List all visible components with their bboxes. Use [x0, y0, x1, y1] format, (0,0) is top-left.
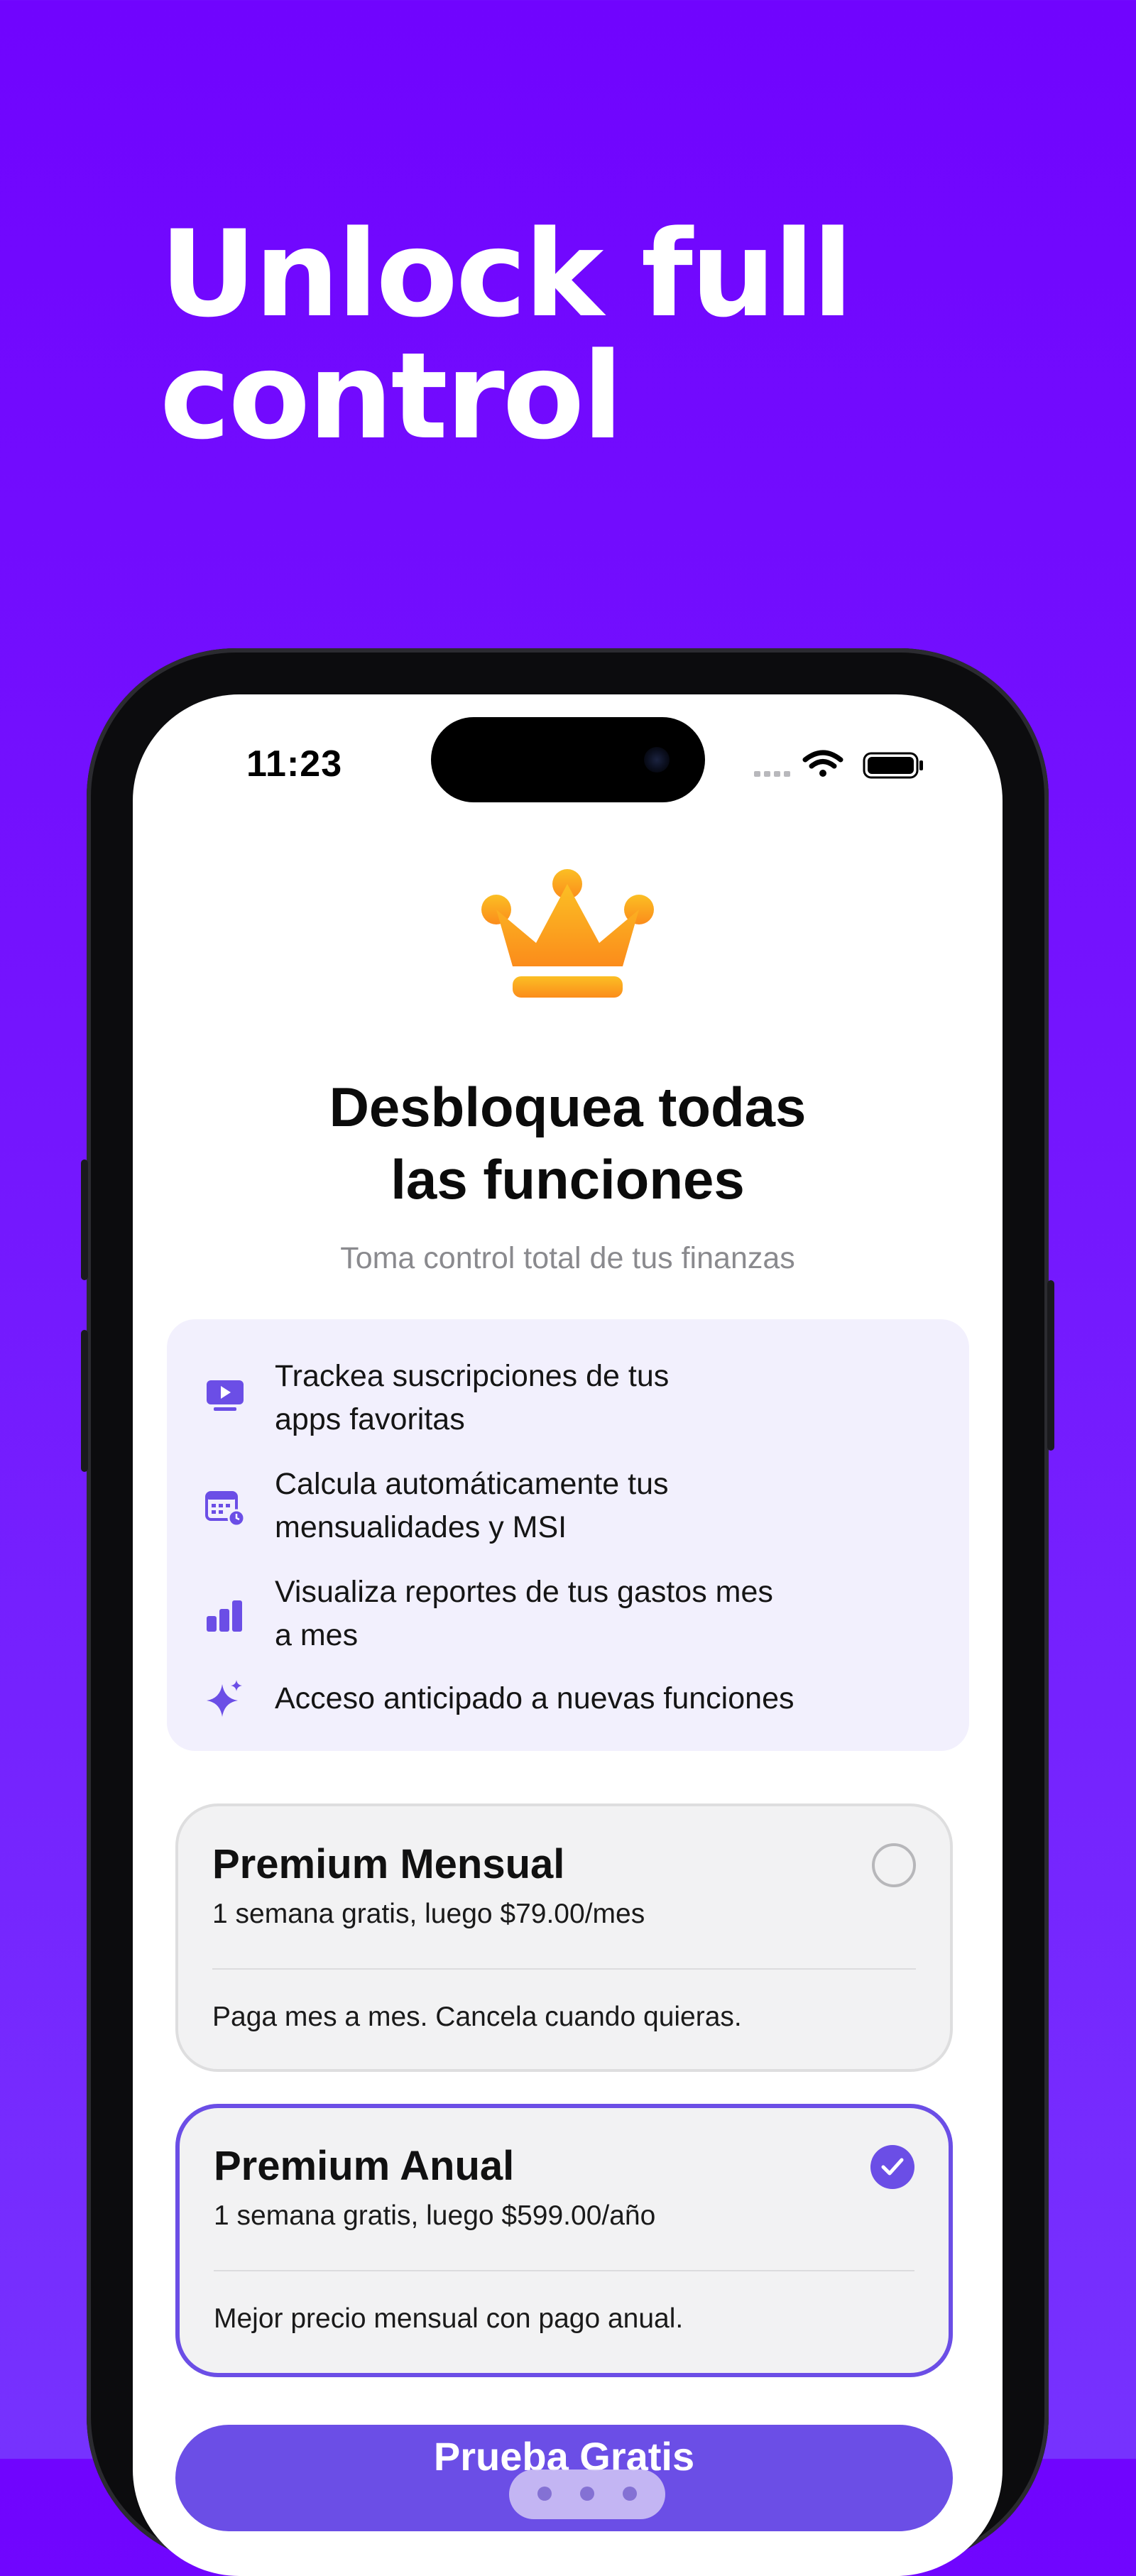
plan-name: Premium Mensual — [212, 1841, 565, 1887]
status-time: 11:23 — [246, 743, 343, 785]
phone-frame: 11:23 Desbloquea todas las funciones Tom… — [81, 648, 1054, 2576]
feature-line: Calcula automáticamente tus — [275, 1467, 669, 1501]
plan-name: Premium Anual — [214, 2143, 515, 2189]
hero-line-1: Unlock full — [160, 204, 853, 344]
plan-radio-unselected[interactable] — [872, 1843, 916, 1887]
paywall-title: Desbloquea todas las funciones — [133, 1071, 1003, 1216]
power-button — [1047, 1280, 1054, 1451]
page-indicator[interactable] — [509, 2469, 665, 2519]
title-line-2: las funciones — [390, 1148, 745, 1211]
page-dot — [623, 2487, 637, 2501]
paywall-subtitle: Toma control total de tus finanzas — [340, 1241, 795, 1275]
battery-icon — [863, 752, 923, 779]
dynamic-island — [431, 717, 705, 802]
plan-divider — [212, 1968, 916, 1970]
plan-price: 1 semana gratis, luego $599.00/año — [214, 2200, 656, 2231]
signal-icon — [754, 771, 790, 777]
plan-radio-selected[interactable] — [870, 2145, 914, 2189]
plan-description: Paga mes a mes. Cancela cuando quieras. — [212, 2002, 742, 2032]
phone-screen: 11:23 Desbloquea todas las funciones Tom… — [133, 694, 1003, 2576]
page-dot — [580, 2487, 594, 2501]
feature-line: mensualidades y MSI — [275, 1510, 567, 1544]
crown-icon — [481, 869, 654, 998]
feature-line: apps favoritas — [275, 1402, 465, 1436]
feature-line: Acceso anticipado a nuevas funciones — [275, 1681, 794, 1715]
title-line-1: Desbloquea todas — [329, 1076, 807, 1138]
plan-divider — [214, 2270, 914, 2271]
plan-price: 1 semana gratis, luego $79.00/mes — [212, 1899, 645, 1929]
action-button — [81, 1159, 88, 1280]
plan-description: Mejor precio mensual con pago anual. — [214, 2303, 684, 2334]
feature-line: a mes — [275, 1618, 359, 1652]
calendar-clock-icon — [205, 1491, 246, 1527]
plan-card-anual[interactable]: Premium Anual 1 semana gratis, luego $59… — [175, 2104, 953, 2377]
plan-card-mensual[interactable]: Premium Mensual 1 semana gratis, luego $… — [175, 1803, 953, 2072]
sparkles-icon — [207, 1680, 242, 1717]
volume-up-button — [81, 1330, 88, 1472]
feature-list: Trackea suscripciones de tus apps favori… — [167, 1319, 969, 1751]
checkmark-icon — [881, 2158, 904, 2176]
wifi-icon — [802, 750, 843, 777]
front-camera — [644, 747, 670, 773]
feature-line: Visualiza reportes de tus gastos mes — [275, 1575, 773, 1609]
play-video-icon — [207, 1380, 244, 1411]
hero-line-2: control — [160, 327, 623, 466]
status-indicators — [754, 750, 939, 781]
page-dot — [537, 2487, 552, 2501]
bar-chart-icon — [207, 1600, 242, 1632]
hero-headline: Unlock full control — [160, 213, 1012, 457]
feature-line: Trackea suscripciones de tus — [275, 1359, 670, 1393]
